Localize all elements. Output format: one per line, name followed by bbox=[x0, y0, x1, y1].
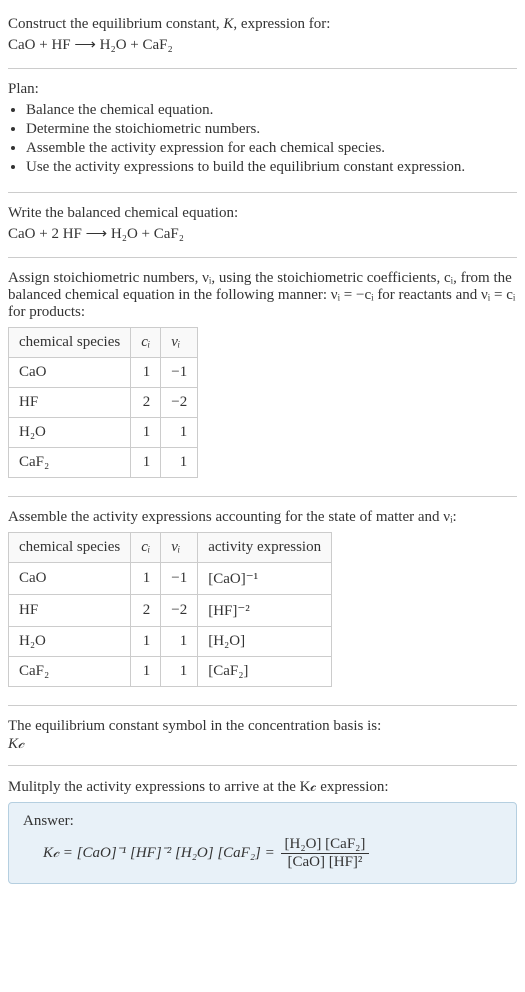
table-header: chemical species bbox=[9, 328, 131, 358]
answer-equation: K𝒸 = [CaO]⁻¹ [HF]⁻² [H₂O] [CaF₂] = [H₂O]… bbox=[23, 836, 502, 871]
table-cell: [CaO]⁻¹ bbox=[198, 563, 332, 595]
table-cell: [H₂O] bbox=[198, 627, 332, 657]
table-cell: HF bbox=[9, 595, 131, 627]
multiply-intro: Mulitply the activity expressions to arr… bbox=[8, 778, 517, 796]
table-header: chemical species bbox=[9, 533, 131, 563]
table-cell: 1 bbox=[161, 418, 198, 448]
table-cell: 1 bbox=[131, 418, 161, 448]
table-cell: HF bbox=[9, 388, 131, 418]
answer-lhs: K𝒸 = [CaO]⁻¹ [HF]⁻² [H₂O] [CaF₂] = bbox=[43, 845, 279, 861]
table-cell: 2 bbox=[131, 595, 161, 627]
table-cell: CaO bbox=[9, 358, 131, 388]
table-cell: 1 bbox=[161, 627, 198, 657]
ci-label: cᵢ bbox=[141, 334, 150, 350]
table-cell: CaO bbox=[9, 563, 131, 595]
answer-label: Answer: bbox=[23, 813, 502, 830]
table-cell: −1 bbox=[161, 563, 198, 595]
table-row: CaF₂ 1 1 bbox=[9, 448, 198, 478]
table-cell: 1 bbox=[161, 657, 198, 687]
table-cell: 1 bbox=[131, 627, 161, 657]
nu-label: νᵢ bbox=[171, 539, 180, 555]
activity-section: Assemble the activity expressions accoun… bbox=[8, 503, 517, 699]
intro-line: Construct the equilibrium constant, K, e… bbox=[8, 16, 517, 33]
divider bbox=[8, 192, 517, 193]
divider bbox=[8, 705, 517, 706]
plan-item: Use the activity expressions to build th… bbox=[26, 159, 517, 176]
table-row: chemical species cᵢ νᵢ activity expressi… bbox=[9, 533, 332, 563]
divider bbox=[8, 765, 517, 766]
divider bbox=[8, 257, 517, 258]
table-cell: 1 bbox=[131, 657, 161, 687]
plan-list: Balance the chemical equation. Determine… bbox=[26, 102, 517, 176]
intro-equation: CaO + HF ⟶ H₂O + CaF₂ bbox=[8, 35, 517, 54]
answer-fraction: [H₂O] [CaF₂] [CaO] [HF]² bbox=[281, 836, 370, 871]
table-cell: [CaF₂] bbox=[198, 657, 332, 687]
plan-item: Determine the stoichiometric numbers. bbox=[26, 121, 517, 138]
table-cell: 2 bbox=[131, 388, 161, 418]
table-cell: H₂O bbox=[9, 418, 131, 448]
result-section: Mulitply the activity expressions to arr… bbox=[8, 772, 517, 890]
symbol-kc: K𝒸 bbox=[8, 735, 517, 753]
nu-label: νᵢ bbox=[171, 334, 180, 350]
fraction-numerator: [H₂O] [CaF₂] bbox=[281, 836, 370, 854]
stoich-table: chemical species cᵢ νᵢ CaO 1 −1 HF 2 −2 … bbox=[8, 327, 198, 478]
balanced-section: Write the balanced chemical equation: Ca… bbox=[8, 199, 517, 251]
table-row: CaO 1 −1 bbox=[9, 358, 198, 388]
table-cell: CaF₂ bbox=[9, 657, 131, 687]
intro-text-pre: Construct the equilibrium constant, bbox=[8, 16, 223, 32]
table-cell: H₂O bbox=[9, 627, 131, 657]
table-header: cᵢ bbox=[131, 328, 161, 358]
table-cell: 1 bbox=[131, 563, 161, 595]
table-row: H₂O 1 1 [H₂O] bbox=[9, 627, 332, 657]
table-cell: −2 bbox=[161, 388, 198, 418]
table-row: H₂O 1 1 bbox=[9, 418, 198, 448]
plan-item: Assemble the activity expression for eac… bbox=[26, 140, 517, 157]
intro-K: K bbox=[223, 16, 233, 32]
symbol-section: The equilibrium constant symbol in the c… bbox=[8, 712, 517, 759]
table-cell: −1 bbox=[161, 358, 198, 388]
balanced-heading: Write the balanced chemical equation: bbox=[8, 205, 517, 222]
table-cell: 1 bbox=[131, 358, 161, 388]
table-header: activity expression bbox=[198, 533, 332, 563]
table-header: cᵢ bbox=[131, 533, 161, 563]
stoich-section: Assign stoichiometric numbers, νᵢ, using… bbox=[8, 264, 517, 490]
plan-section: Plan: Balance the chemical equation. Det… bbox=[8, 75, 517, 186]
table-cell: [HF]⁻² bbox=[198, 595, 332, 627]
table-header: νᵢ bbox=[161, 533, 198, 563]
plan-item: Balance the chemical equation. bbox=[26, 102, 517, 119]
intro-section: Construct the equilibrium constant, K, e… bbox=[8, 8, 517, 62]
activity-intro: Assemble the activity expressions accoun… bbox=[8, 509, 517, 526]
divider bbox=[8, 68, 517, 69]
table-row: HF 2 −2 [HF]⁻² bbox=[9, 595, 332, 627]
activity-table: chemical species cᵢ νᵢ activity expressi… bbox=[8, 532, 332, 687]
divider bbox=[8, 496, 517, 497]
plan-heading: Plan: bbox=[8, 81, 517, 98]
table-cell: 1 bbox=[161, 448, 198, 478]
table-row: CaO 1 −1 [CaO]⁻¹ bbox=[9, 563, 332, 595]
fraction-denominator: [CaO] [HF]² bbox=[281, 854, 370, 871]
balanced-equation: CaO + 2 HF ⟶ H₂O + CaF₂ bbox=[8, 224, 517, 243]
table-cell: −2 bbox=[161, 595, 198, 627]
symbol-intro: The equilibrium constant symbol in the c… bbox=[8, 718, 517, 735]
stoich-intro: Assign stoichiometric numbers, νᵢ, using… bbox=[8, 270, 517, 321]
table-row: CaF₂ 1 1 [CaF₂] bbox=[9, 657, 332, 687]
table-cell: CaF₂ bbox=[9, 448, 131, 478]
table-cell: 1 bbox=[131, 448, 161, 478]
table-row: chemical species cᵢ νᵢ bbox=[9, 328, 198, 358]
answer-box: Answer: K𝒸 = [CaO]⁻¹ [HF]⁻² [H₂O] [CaF₂]… bbox=[8, 802, 517, 884]
table-header: νᵢ bbox=[161, 328, 198, 358]
ci-label: cᵢ bbox=[141, 539, 150, 555]
table-row: HF 2 −2 bbox=[9, 388, 198, 418]
intro-text-post: , expression for: bbox=[233, 16, 330, 32]
